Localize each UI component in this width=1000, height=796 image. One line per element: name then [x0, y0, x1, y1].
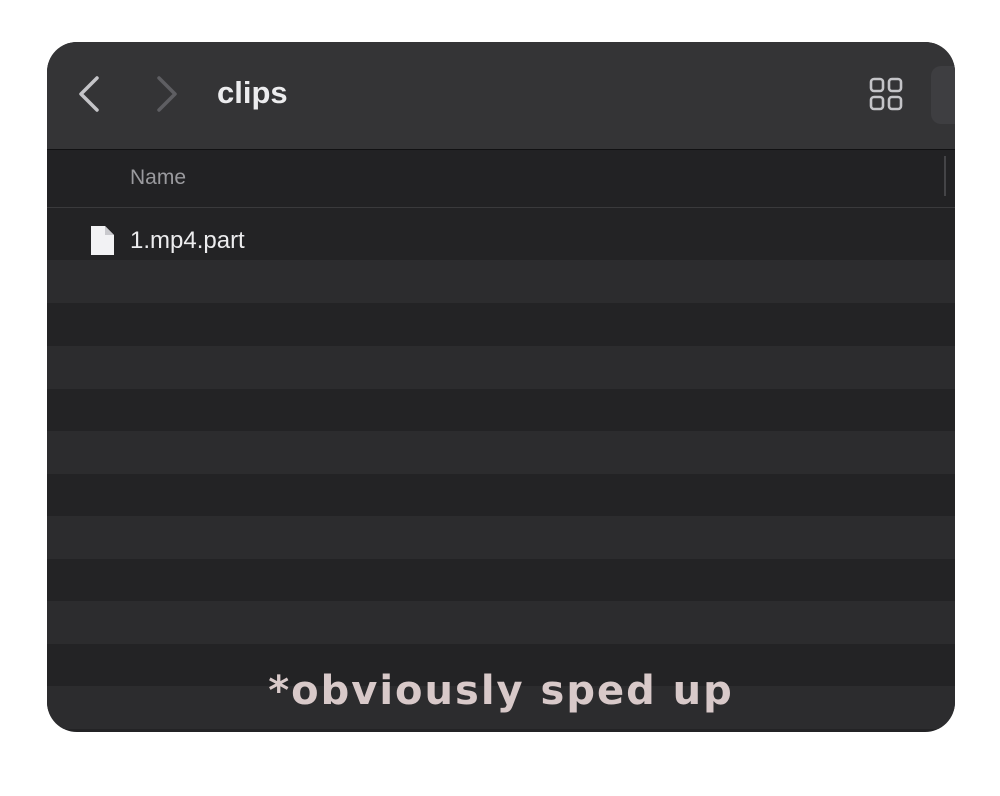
grid-view-icon	[869, 77, 903, 111]
column-divider[interactable]	[944, 156, 946, 196]
column-header-name[interactable]: Name	[130, 165, 186, 191]
chevron-right-icon	[157, 76, 177, 112]
document-icon	[91, 226, 114, 255]
empty-row	[47, 260, 955, 303]
chevron-left-icon	[79, 76, 99, 112]
list-item[interactable]: 1.mp4.part	[47, 208, 955, 260]
forward-button[interactable]	[149, 72, 185, 116]
view-options-button[interactable]	[865, 72, 907, 116]
empty-row	[47, 601, 955, 644]
empty-row	[47, 516, 955, 559]
toolbar: clips	[47, 42, 955, 150]
empty-row	[47, 303, 955, 346]
empty-row	[47, 389, 955, 432]
file-list: 1.mp4.part	[47, 208, 955, 732]
list-header: Name	[47, 150, 955, 208]
empty-row	[47, 474, 955, 517]
toolbar-overflow-button[interactable]	[931, 66, 955, 124]
finder-window: clips Name 1.mp4.part *obviously sped up	[47, 42, 955, 732]
empty-row	[47, 559, 955, 602]
caption-overlay: *obviously sped up	[268, 668, 734, 714]
file-name: 1.mp4.part	[130, 227, 245, 254]
empty-row	[47, 431, 955, 474]
back-button[interactable]	[71, 72, 107, 116]
window-title: clips	[217, 75, 288, 110]
empty-row	[47, 346, 955, 389]
